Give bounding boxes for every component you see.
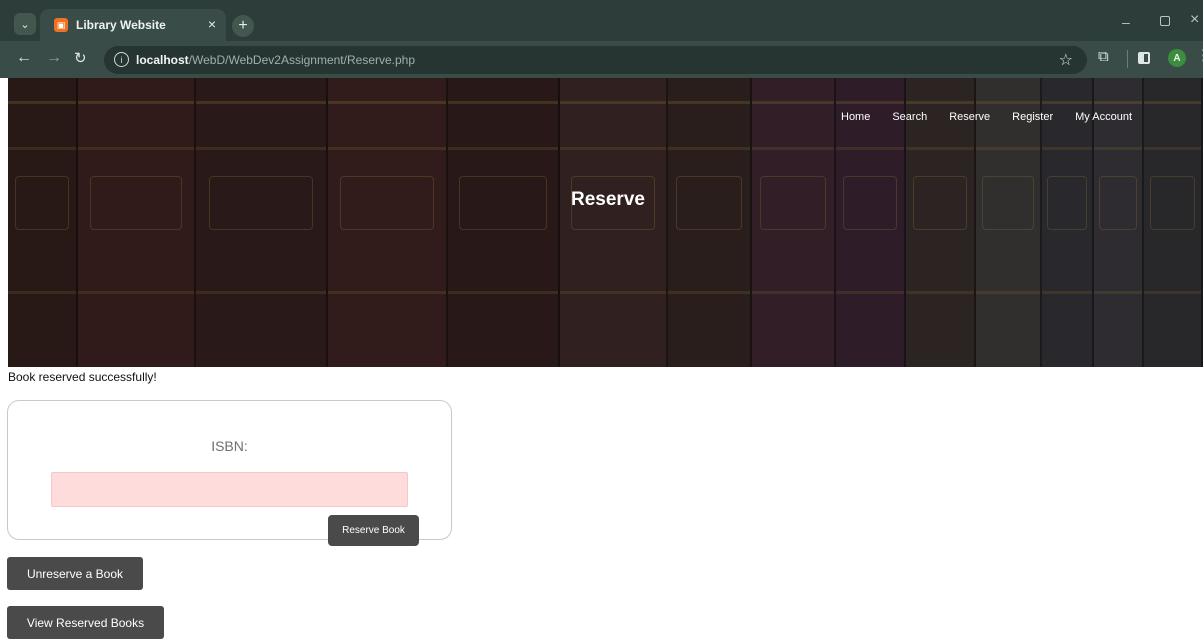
tab-title: Library Website [76,18,166,32]
address-bar[interactable]: i localhost/WebD/WebDev2Assignment/Reser… [104,46,1087,74]
reload-icon[interactable]: ↻ [74,49,87,67]
bookmark-star-icon[interactable]: ☆ [1059,50,1073,70]
toolbar-divider [1127,50,1128,68]
url-text: localhost/WebD/WebDev2Assignment/Reserve… [136,53,416,67]
isbn-input[interactable] [51,472,408,507]
back-arrow-icon[interactable]: ← [16,49,32,67]
tab-search-icon[interactable]: ⌄ [14,13,36,35]
extensions-icon[interactable]: ⧉ [1098,48,1109,65]
browser-tab[interactable]: ▣ Library Website × [40,9,226,41]
window-close-icon[interactable]: × [1190,11,1199,29]
browser-toolbar: ← → ↻ i localhost/WebD/WebDev2Assignment… [0,41,1203,78]
new-tab-icon[interactable]: + [232,15,254,37]
nav-reserve[interactable]: Reserve [949,111,990,123]
tab-close-icon[interactable]: × [208,16,216,32]
side-panel-icon[interactable] [1138,52,1150,64]
browser-chrome: ⌄ ▣ Library Website × + – × ← → ↻ i loca… [0,0,1203,78]
favicon-icon: ▣ [54,18,68,32]
nav-search[interactable]: Search [892,111,927,123]
reserve-book-button[interactable]: Reserve Book [328,515,419,546]
tab-strip: ⌄ ▣ Library Website × + – × [0,7,1203,41]
profile-avatar[interactable]: A [1168,49,1186,67]
nav-home[interactable]: Home [841,111,870,123]
menu-dots-icon[interactable]: ⋮ [1196,46,1203,64]
main-nav: Home Search Reserve Register My Account [841,111,1132,123]
unreserve-book-button[interactable]: Unreserve a Book [7,557,143,590]
nav-my-account[interactable]: My Account [1075,111,1132,123]
isbn-label: ISBN: [211,438,248,454]
page-title: Reserve [571,189,645,210]
site-info-icon[interactable]: i [114,52,129,67]
nav-register[interactable]: Register [1012,111,1053,123]
hero-banner: Home Search Reserve Register My Account … [8,78,1203,367]
view-reserved-books-button[interactable]: View Reserved Books [7,606,164,639]
minimize-icon[interactable]: – [1122,14,1130,30]
forward-arrow-icon[interactable]: → [46,49,62,67]
maximize-icon[interactable] [1160,16,1170,26]
success-message: Book reserved successfully! [8,370,157,384]
